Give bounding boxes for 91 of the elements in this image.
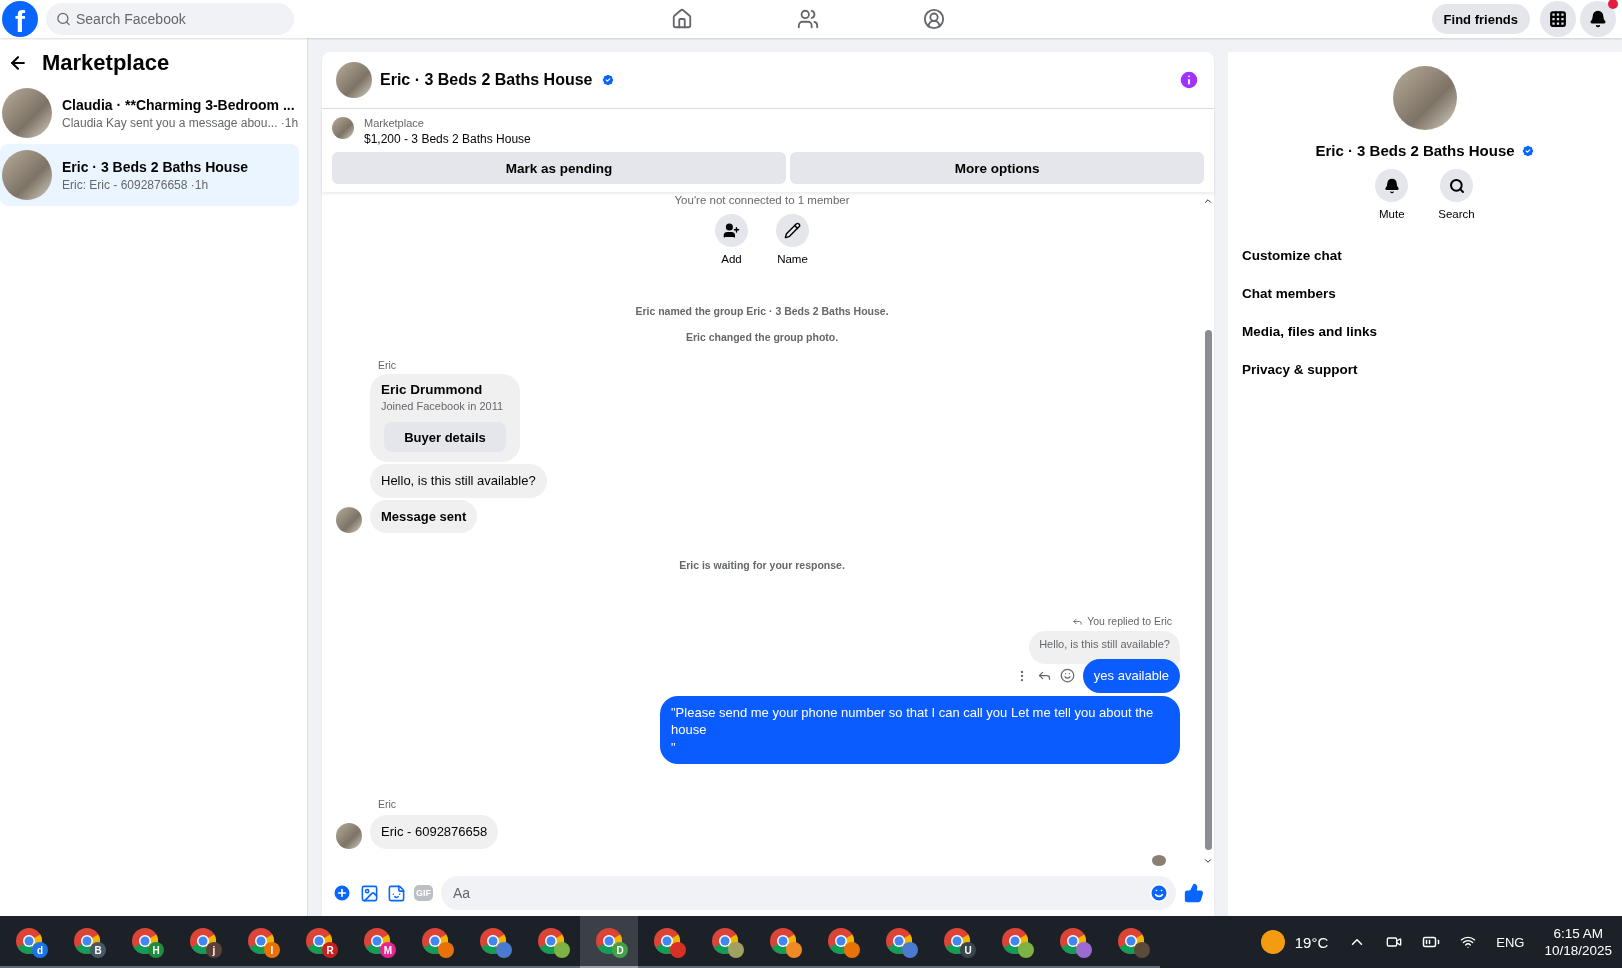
search-icon [1448, 177, 1465, 194]
profile-badge: I [264, 942, 280, 958]
message-bubble: yes available [1082, 659, 1180, 693]
conversation-preview: Eric: Eric - 6092876658 [62, 177, 188, 192]
emoji-icon[interactable] [1059, 668, 1075, 684]
sticker-icon[interactable] [387, 883, 406, 903]
find-friends-button[interactable]: Find friends [1431, 4, 1530, 34]
page-title: Marketplace [42, 50, 170, 76]
add-person-icon [723, 222, 740, 239]
message-input[interactable]: Aa [441, 876, 1176, 910]
read-receipt-avatar [1152, 854, 1166, 866]
search-icon [56, 11, 71, 27]
message-bubble: "Please send me your phone number so that I can call you Let me tell you about the house " [660, 695, 1180, 765]
conversation-item[interactable]: Claudia · **Charming 3-Bedroom ... Claudia Kay sent you a message abou... ·1h [0, 82, 299, 144]
reply-label: You replied to Eric [1087, 615, 1172, 628]
profile-badge: B [90, 942, 106, 958]
buyer-details-button[interactable]: Buyer details [384, 422, 506, 452]
like-icon[interactable] [1184, 883, 1204, 903]
taskbar-app[interactable]: U [928, 916, 986, 968]
bell-icon [1383, 177, 1400, 194]
person-circle-icon [922, 8, 945, 30]
conversation-time: ·1h [280, 115, 299, 130]
notifications-button[interactable] [1580, 1, 1616, 37]
clock[interactable]: 6:15 AM 10/18/2025 [1544, 926, 1612, 958]
listing-photo [332, 117, 354, 139]
bell-icon [1589, 10, 1607, 28]
details-title: Eric · 3 Beds 2 Baths House [1315, 142, 1515, 159]
sender-name: Eric [378, 798, 398, 811]
temperature: 19°C [1294, 933, 1329, 951]
image-icon[interactable] [360, 883, 379, 903]
camera-icon[interactable] [1386, 934, 1403, 950]
conversation-title: Claudia · **Charming 3-Bedroom ... [62, 96, 296, 113]
connection-notice: You're not connected to 1 member [673, 194, 851, 206]
facebook-logo[interactable]: f [2, 1, 38, 37]
message-bubble: Message sent [370, 499, 478, 534]
taskbar-app[interactable]: R [290, 916, 348, 968]
listing-photo [2, 88, 52, 138]
taskbar-app[interactable]: j [174, 916, 232, 968]
system-message: Eric is waiting for your response. [678, 559, 846, 572]
listing-title: $1,200 - 3 Beds 2 Baths House [364, 132, 531, 146]
taskbar-app[interactable]: H [116, 916, 174, 968]
listing-label: Marketplace [364, 117, 425, 129]
message-bubble: Eric - 6092876658 [370, 815, 499, 849]
profile-badge: H [148, 942, 164, 958]
notification-dot [1608, 0, 1618, 9]
menu-item[interactable]: Privacy & support [1242, 362, 1358, 377]
message-bubble: Hello, is this still available? [370, 464, 547, 498]
taskbar-app[interactable]: d [0, 916, 58, 968]
system-message: Eric changed the group photo. [684, 331, 840, 343]
back-icon[interactable] [8, 53, 28, 73]
profile-badge: R [322, 942, 338, 958]
action-button[interactable]: Mark as pending [332, 152, 787, 184]
scrollbar-thumb[interactable] [1204, 330, 1212, 850]
menu-item[interactable]: Chat members [1242, 286, 1336, 301]
conversation-time: ·1h [190, 177, 209, 192]
search-field[interactable]: Search Facebook [46, 3, 294, 35]
profile-subtitle: Joined Facebook in 2011 [381, 400, 505, 412]
scroll-down-icon[interactable] [1203, 856, 1213, 866]
conversation-preview: Claudia Kay sent you a message abou... [62, 115, 278, 130]
profile-badge: d [32, 942, 48, 958]
home-icon [670, 8, 693, 30]
menu-item[interactable]: Customize chat [1242, 248, 1342, 263]
people-icon [796, 8, 819, 30]
pencil-icon [784, 222, 801, 239]
menu-item[interactable]: Media, files and links [1242, 324, 1378, 339]
group-photo [336, 62, 372, 98]
wifi-icon[interactable] [1460, 934, 1477, 950]
taskbar-app[interactable]: B [58, 916, 116, 968]
browser-icon [363, 927, 391, 955]
system-message: Eric named the group Eric · 3 Beds 2 Baths House. [634, 305, 890, 317]
plus-icon[interactable] [332, 883, 352, 903]
taskbar-app[interactable]: M [348, 916, 406, 968]
profile-name: Eric Drummond [381, 382, 484, 397]
weather-icon [1260, 930, 1285, 954]
listing-photo [2, 150, 52, 200]
language-indicator[interactable]: ENG [1496, 934, 1525, 950]
scroll-up-icon[interactable] [1203, 196, 1213, 206]
profile-badge: M [380, 942, 396, 958]
profile-badge: D [612, 942, 628, 958]
conversation-title: Eric · 3 Beds 2 Baths House [62, 158, 248, 175]
menu-button[interactable] [1540, 1, 1576, 37]
chat-title: Eric · 3 Beds 2 Baths House [380, 71, 593, 89]
profile-badge: j [206, 942, 222, 958]
profile-badge: U [960, 942, 976, 958]
conversation-item[interactable]: Eric · 3 Beds 2 Baths House Eric: Eric - 6092876658 ·1h [0, 144, 299, 206]
sender-name: Eric [378, 359, 398, 371]
grid-icon [1549, 10, 1567, 28]
info-icon[interactable] [1178, 69, 1200, 91]
action-button[interactable]: More options [790, 152, 1204, 184]
quoted-message: Hello, is this still available? [1029, 631, 1180, 665]
browser-icon [73, 927, 101, 955]
